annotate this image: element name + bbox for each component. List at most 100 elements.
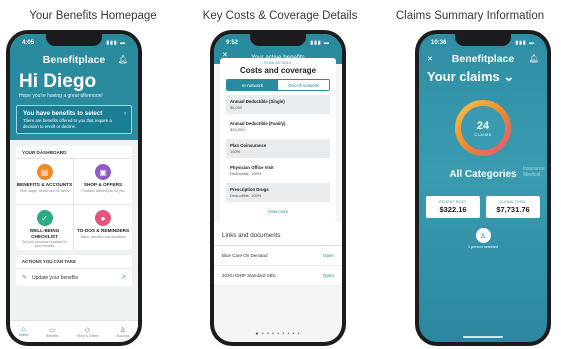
subgreeting: Hope you're having a great afternoon! <box>19 93 103 99</box>
network-toggle: In-network Out-of-network <box>226 79 330 91</box>
phone-notch <box>46 34 102 46</box>
close-icon[interactable]: ✕ <box>222 51 228 59</box>
claim-totals: PATIENT RESP. $322.16 CLAIMS TOTAL $7,73… <box>419 196 547 218</box>
cost-row: Plan Coinsurance 100% <box>226 139 330 158</box>
signal-icon: ▮▮▮ ▬ <box>310 39 330 46</box>
actions-card: ACTIONS YOU CAN TAKE ✎ Update your benef… <box>16 255 132 286</box>
dashboard-title: YOUR DASHBOARD <box>22 150 67 155</box>
bell-icon[interactable]: 🔔︎ <box>529 54 539 63</box>
tab-label: Shop & Offers <box>76 333 99 338</box>
person-filter-icon[interactable]: ♙ <box>475 228 491 243</box>
update-benefits-action[interactable]: ✎ Update your benefits ↗ <box>16 269 132 286</box>
cost-row: Physician Office Visit Deductible, 100% <box>226 161 330 180</box>
caption-claims: Claims Summary Information <box>395 10 545 22</box>
person-icon: ♙ <box>119 326 126 334</box>
page-dots: ● • • • • • • • • <box>255 331 301 337</box>
tab-label: Benefits <box>46 333 59 338</box>
benefits-icon: ▭ <box>49 326 56 334</box>
notice-title: You have benefits to select <box>23 110 103 117</box>
out-of-network-tab[interactable]: Out-of-network <box>278 80 329 90</box>
tab-label: Account <box>116 333 130 338</box>
category-carousel[interactable]: All Categories Insurance Medical <box>419 166 547 180</box>
home-icon: ⌂ <box>21 326 26 333</box>
tag-icon: ◇ <box>84 326 91 334</box>
category-label: All Categories <box>449 169 517 180</box>
home-indicator <box>463 336 503 338</box>
total-value: $7,731.76 <box>496 205 530 214</box>
caption-costs: Key Costs & Coverage Details <box>202 10 358 22</box>
tile-label: WELL-BEING CHECKLIST <box>29 228 60 239</box>
claims-count-label: CLAIMS <box>474 131 492 137</box>
phone-notch <box>455 34 511 46</box>
claims-screen: 10:36 ▮▮▮ ▬ ✕ Benefitplace 🔔︎ Your claim… <box>419 34 547 342</box>
status-time: 4:05 <box>22 39 35 46</box>
open-link[interactable]: Open <box>323 273 334 278</box>
phone-notch <box>250 34 306 46</box>
status-time: 10:36 <box>431 39 447 46</box>
claims-nav: ✕ Benefitplace 🔔︎ <box>419 51 547 67</box>
cost-value: 100% <box>230 149 241 154</box>
link-row[interactable]: Blue Care On Demand Open <box>214 246 342 266</box>
caption-homepage: Your Benefits Homepage <box>29 10 157 22</box>
tab-label: Home <box>18 333 29 337</box>
cost-row: Annual Deductible (Family) $10,000 <box>226 117 330 136</box>
tab-shop-offers[interactable]: ◇ Shop & Offers <box>77 326 99 338</box>
next-category-label: Insurance Medical <box>523 166 545 178</box>
status-time: 9:52 <box>226 39 239 46</box>
cost-row: Annual Deductible (Single) $5,000 <box>226 95 330 114</box>
claims-ring: 24 CLAIMS <box>454 99 512 157</box>
costs-nav: ✕ Your active benefits <box>214 51 342 64</box>
cost-value: Deductible, 100% <box>230 193 262 198</box>
brand-logo: Benefitplace <box>451 53 515 65</box>
close-icon[interactable]: ✕ <box>427 55 433 63</box>
tab-home[interactable]: ⌂ Home <box>19 326 28 337</box>
homepage-header: 4:05 ▮▮▮ ▬ Benefitplace 🔔︎ Hi Diego Hope… <box>10 34 138 140</box>
claims-title[interactable]: Your claims ⌄ <box>419 67 547 87</box>
checklist-icon: ✓ <box>36 210 53 226</box>
view-more-link[interactable]: View more <box>220 205 336 222</box>
phone-homepage: 4:05 ▮▮▮ ▬ Benefitplace 🔔︎ Hi Diego Hope… <box>6 30 142 346</box>
tile-desc: Tasks, activities and deadlines <box>80 234 126 239</box>
tab-account[interactable]: ♙ Account <box>116 326 129 338</box>
cart-icon: ▣ <box>95 164 111 180</box>
claims-count: 24 <box>476 119 490 132</box>
tile-label: BENEFITS & ACCOUNTS <box>16 182 73 187</box>
cost-label: Annual Deductible (Single) <box>230 99 285 104</box>
cost-label: Prescription Drugs <box>230 187 269 192</box>
external-link-icon: ↗ <box>120 275 126 281</box>
claims-count-center: 24 CLAIMS <box>461 106 505 150</box>
bell-icon: ● <box>95 210 111 226</box>
tile-desc: Plan usage, details and ID cards <box>20 188 69 193</box>
bell-icon[interactable]: 🔔︎ <box>118 55 128 64</box>
patient-resp-box: PATIENT RESP. $322.16 <box>426 196 480 218</box>
phone-claims: 10:36 ▮▮▮ ▬ ✕ Benefitplace 🔔︎ Your claim… <box>415 30 551 346</box>
tile-label: SHOP & OFFERS <box>83 182 123 187</box>
tab-benefits[interactable]: ▭ Benefits <box>46 326 59 338</box>
costs-title: Costs and coverage <box>239 66 317 75</box>
tile-shop-offers[interactable]: ▣ SHOP & OFFERS Products tailored just f… <box>74 158 132 204</box>
cost-value: Deductible, 100% <box>230 171 262 176</box>
benefits-notice[interactable]: You have benefits to select There are be… <box>16 105 132 134</box>
in-network-tab[interactable]: In-network <box>227 80 278 90</box>
costs-screen: 9:52 ▮▮▮ ▬ ✕ Your active benefits PLAN D… <box>214 34 342 342</box>
signal-icon: ▮▮▮ ▬ <box>106 39 126 46</box>
claims-total-box: CLAIMS TOTAL $7,731.76 <box>486 196 540 218</box>
link-row[interactable]: 2020 HDHP Standard SBC Open <box>214 266 342 286</box>
tile-wellbeing-checklist[interactable]: ✓ WELL-BEING CHECKLIST Set your personal… <box>16 204 74 250</box>
pencil-icon: ✎ <box>22 275 28 281</box>
tile-todos-reminders[interactable]: ● TO-DOS & REMINDERS Tasks, activities a… <box>74 204 132 250</box>
nav-title: Your active benefits <box>251 54 305 61</box>
signal-icon: ▮▮▮ ▬ <box>515 39 535 46</box>
chevron-right-icon: › <box>124 111 126 117</box>
cost-value: $5,000 <box>230 105 243 110</box>
tile-desc: Products tailored just for you <box>81 188 125 193</box>
total-label: CLAIMS TOTAL <box>499 200 527 204</box>
open-link[interactable]: Open <box>323 253 334 258</box>
tile-benefits-accounts[interactable]: ▤ BENEFITS & ACCOUNTS Plan usage, detail… <box>16 158 74 204</box>
tile-label: TO-DOS & REMINDERS <box>76 228 130 233</box>
brand-logo: Benefitplace <box>42 54 106 66</box>
actions-title: ACTIONS YOU CAN TAKE <box>16 255 132 269</box>
coverage-card: PLAN DETAILS Costs and coverage In-netwo… <box>220 58 336 222</box>
total-value: $322.16 <box>439 205 467 214</box>
claims-title-text: Your claims <box>427 69 500 84</box>
